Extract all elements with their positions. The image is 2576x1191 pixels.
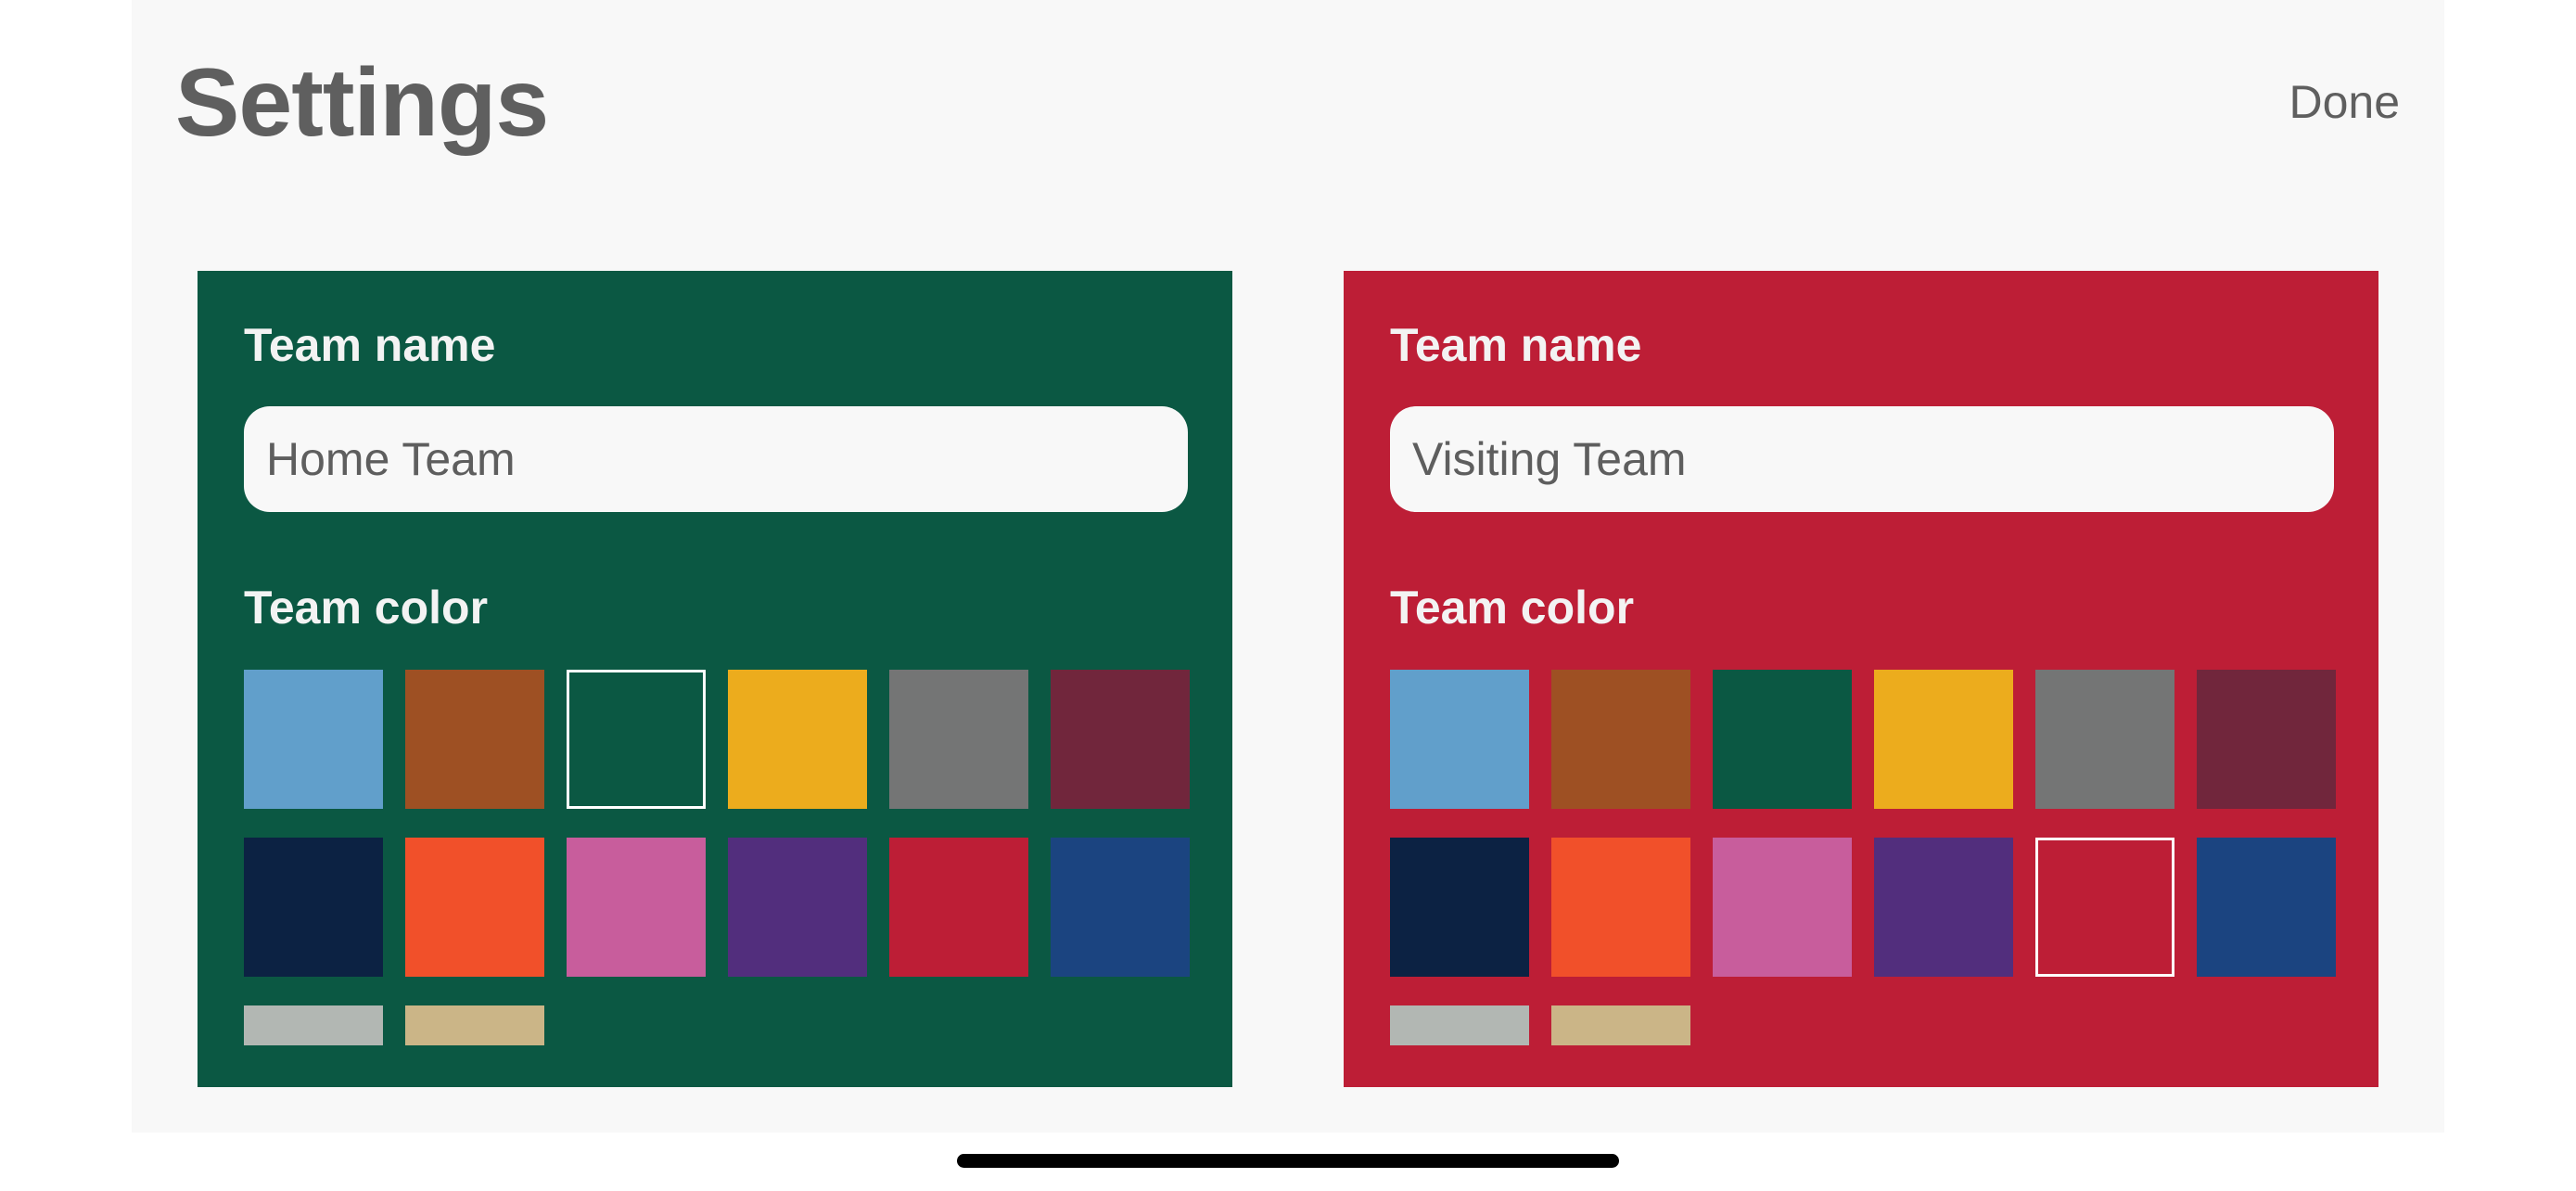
team-name-label: Team name [1390, 319, 1642, 371]
color-swatch-navy[interactable] [1390, 838, 1529, 977]
color-swatch-silver[interactable] [244, 1005, 383, 1045]
color-swatch-maroon[interactable] [1051, 670, 1190, 809]
color-swatch-pink[interactable] [1713, 838, 1852, 977]
color-swatch-gray[interactable] [2035, 670, 2174, 809]
home-team-card: Team name Team color [198, 271, 1232, 1087]
page-title: Settings [175, 49, 549, 157]
color-swatch-purple[interactable] [1874, 838, 2013, 977]
color-swatch-navy[interactable] [244, 838, 383, 977]
color-swatch-light-blue[interactable] [1390, 670, 1529, 809]
color-swatch-dark-green[interactable] [1713, 670, 1852, 809]
color-swatch-purple[interactable] [728, 838, 867, 977]
color-swatch-orange[interactable] [405, 838, 544, 977]
team-color-label: Team color [244, 582, 489, 634]
home-indicator [957, 1154, 1619, 1168]
color-swatch-brown[interactable] [405, 670, 544, 809]
team-color-label: Team color [1390, 582, 1635, 634]
color-swatch-yellow[interactable] [728, 670, 867, 809]
color-swatch-light-blue[interactable] [244, 670, 383, 809]
color-swatch-blue[interactable] [1051, 838, 1190, 977]
color-swatch-tan[interactable] [1551, 1005, 1690, 1045]
settings-sheet: Settings Done Team name Team color Team … [132, 0, 2444, 1133]
home-team-name-input[interactable] [244, 406, 1188, 512]
team-name-label: Team name [244, 319, 496, 371]
color-swatch-blue[interactable] [2197, 838, 2336, 977]
done-button[interactable]: Done [2289, 74, 2400, 130]
color-swatch-silver[interactable] [1390, 1005, 1529, 1045]
color-swatch-maroon[interactable] [2197, 670, 2336, 809]
color-swatch-dark-green[interactable] [567, 670, 706, 809]
color-swatch-red[interactable] [889, 838, 1028, 977]
visiting-team-name-input[interactable] [1390, 406, 2334, 512]
color-swatch-gray[interactable] [889, 670, 1028, 809]
color-swatch-pink[interactable] [567, 838, 706, 977]
color-swatch-red[interactable] [2035, 838, 2174, 977]
color-swatch-yellow[interactable] [1874, 670, 2013, 809]
color-swatch-brown[interactable] [1551, 670, 1690, 809]
color-swatch-tan[interactable] [405, 1005, 544, 1045]
visiting-team-card: Team name Team color [1344, 271, 2378, 1087]
color-swatch-orange[interactable] [1551, 838, 1690, 977]
